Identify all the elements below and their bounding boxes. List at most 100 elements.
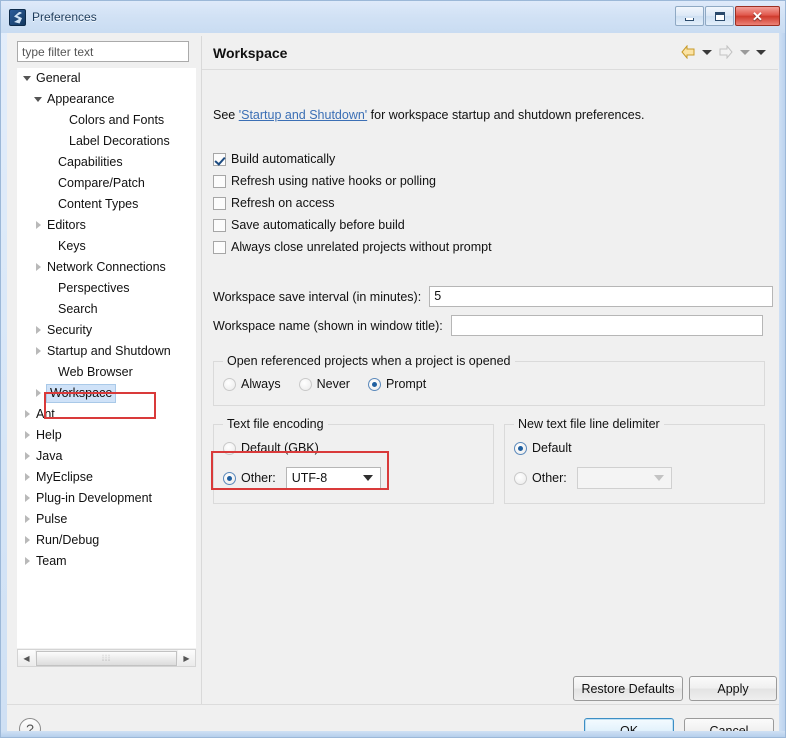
scrollbar-thumb[interactable]: ⦙⦙⦙ — [36, 650, 177, 666]
tree-item-run-debug[interactable]: Run/Debug — [17, 530, 196, 551]
radio-selected-icon[interactable] — [367, 377, 381, 391]
delimiter-combo[interactable] — [576, 467, 672, 489]
tree-item-team[interactable]: Team — [17, 551, 196, 572]
checkbox-row-refresh-on-access[interactable]: Refresh on access — [213, 194, 335, 212]
workspace-name-row: Workspace name (shown in window title): — [213, 315, 763, 336]
tree-item-compare-patch[interactable]: Compare/Patch — [17, 173, 196, 194]
encoding-default-radio[interactable] — [223, 441, 236, 455]
chevron-right-icon[interactable] — [21, 488, 35, 509]
filter-input[interactable]: type filter text — [17, 41, 189, 62]
tree-item-label-decorations[interactable]: Label Decorations — [17, 131, 196, 152]
checkbox-unchecked-icon[interactable] — [213, 174, 226, 188]
encoding-combo[interactable]: UTF-8 — [285, 467, 381, 489]
tree-item-network-connections[interactable]: Network Connections — [17, 257, 196, 278]
radio-unselected-icon[interactable] — [298, 377, 312, 391]
scroll-left-icon[interactable]: ◀ — [18, 650, 35, 666]
tree-item-capabilities[interactable]: Capabilities — [17, 152, 196, 173]
back-menu-chevron-down-icon[interactable] — [702, 49, 712, 55]
checkbox-row-always-close-unrelated-projects-without-prompt[interactable]: Always close unrelated projects without … — [213, 238, 492, 256]
tree-item-startup-and-shutdown[interactable]: Startup and Shutdown — [17, 341, 196, 362]
chevron-right-icon[interactable] — [21, 446, 35, 467]
tree-item-ant[interactable]: Ant — [17, 404, 196, 425]
content-header: Workspace — [202, 36, 778, 70]
minimize-button[interactable] — [675, 6, 704, 26]
tree-horizontal-scrollbar[interactable]: ◀ ⦙⦙⦙ ▶ — [17, 649, 196, 667]
tree-item-label: Keys — [58, 239, 86, 253]
chevron-right-icon[interactable] — [32, 320, 46, 341]
preferences-tree[interactable]: General Appearance Colors and Fonts Label D… — [17, 68, 196, 648]
checkbox-row-refresh-using-native-hooks-or-polling[interactable]: Refresh using native hooks or polling — [213, 172, 436, 190]
delimiter-other-radio[interactable] — [514, 471, 527, 485]
checkbox-label: Build automatically — [231, 152, 336, 166]
open-referenced-option-prompt[interactable]: Prompt — [367, 377, 426, 391]
tree-item-label: Content Types — [58, 197, 139, 211]
maximize-button[interactable] — [705, 6, 734, 26]
tree-item-perspectives[interactable]: Perspectives — [17, 278, 196, 299]
chevron-right-icon[interactable] — [21, 530, 35, 551]
tree-item-editors[interactable]: Editors — [17, 215, 196, 236]
chevron-right-icon[interactable] — [21, 509, 35, 530]
tree-item-content-types[interactable]: Content Types — [17, 194, 196, 215]
checkbox-unchecked-icon[interactable] — [213, 196, 226, 210]
chevron-right-icon[interactable] — [32, 341, 46, 362]
checkbox-unchecked-icon[interactable] — [213, 218, 226, 232]
chevron-right-icon[interactable] — [21, 404, 35, 425]
tree-item-general[interactable]: General — [17, 68, 196, 89]
window-title: Preferences — [32, 10, 97, 24]
delimiter-default-radio-row[interactable]: Default — [514, 441, 572, 455]
chevron-right-icon[interactable] — [32, 383, 46, 404]
chevron-right-icon[interactable] — [32, 257, 46, 278]
tree-item-myeclipse[interactable]: MyEclipse — [17, 467, 196, 488]
checkbox-row-save-automatically-before-build[interactable]: Save automatically before build — [213, 216, 405, 234]
chevron-right-icon[interactable] — [21, 467, 35, 488]
delimiter-default-radio[interactable] — [514, 441, 527, 455]
view-menu-chevron-down-icon[interactable] — [756, 49, 766, 55]
tree-item-plug-in-development[interactable]: Plug-in Development — [17, 488, 196, 509]
apply-button[interactable]: Apply — [689, 676, 777, 701]
tree-item-label: Colors and Fonts — [69, 113, 165, 127]
encoding-default-radio-row[interactable]: Default (GBK) — [223, 441, 319, 455]
encoding-other-radio[interactable] — [223, 471, 236, 485]
checkbox-checked-icon[interactable] — [213, 152, 226, 166]
tree-item-appearance[interactable]: Appearance — [17, 89, 196, 110]
radio-unselected-icon[interactable] — [223, 377, 236, 391]
startup-shutdown-link[interactable]: 'Startup and Shutdown' — [239, 108, 367, 122]
workspace-name-input[interactable] — [450, 315, 763, 336]
chevron-down-icon[interactable] — [32, 89, 46, 110]
open-referenced-option-always[interactable]: Always — [223, 377, 281, 391]
scroll-right-icon[interactable]: ▶ — [178, 650, 195, 666]
chevron-right-icon[interactable] — [21, 425, 35, 446]
restore-defaults-button[interactable]: Restore Defaults — [573, 676, 683, 701]
tree-item-keys[interactable]: Keys — [17, 236, 196, 257]
checkbox-row-build-automatically[interactable]: Build automatically — [213, 150, 335, 168]
tree-item-web-browser[interactable]: Web Browser — [17, 362, 196, 383]
tree-item-label: General — [36, 71, 81, 85]
back-arrow-icon[interactable] — [680, 45, 696, 59]
close-button[interactable]: ✕ — [735, 6, 780, 26]
tree-item-label: Network Connections — [47, 260, 166, 274]
tree-item-colors-and-fonts[interactable]: Colors and Fonts — [17, 110, 196, 131]
encoding-other-radio-row[interactable]: Other: UTF-8 — [223, 467, 381, 489]
title-bar: Preferences ✕ — [1, 1, 785, 33]
tree-item-security[interactable]: Security — [17, 320, 196, 341]
tree-item-pulse[interactable]: Pulse — [17, 509, 196, 530]
dialog-client-area: type filter text General Appearance Colors… — [7, 33, 781, 737]
open-referenced-option-never[interactable]: Never — [298, 377, 350, 391]
save-interval-input[interactable]: 5 — [429, 286, 774, 307]
delimiter-other-radio-row[interactable]: Other: — [514, 467, 672, 489]
maximize-icon — [714, 11, 725, 21]
tree-item-java[interactable]: Java — [17, 446, 196, 467]
close-icon: ✕ — [752, 8, 763, 24]
open-referenced-projects-group: Open referenced projects when a project … — [213, 354, 765, 406]
tree-item-help[interactable]: Help — [17, 425, 196, 446]
tree-item-workspace[interactable]: Workspace — [17, 383, 196, 404]
chevron-down-icon[interactable] — [21, 68, 35, 89]
chevron-right-icon[interactable] — [32, 215, 46, 236]
checkbox-unchecked-icon[interactable] — [213, 240, 226, 254]
chevron-right-icon[interactable] — [21, 551, 35, 572]
workspace-preference-page: Workspace See 'Startup and Shutdown' for… — [201, 36, 778, 704]
tree-item-search[interactable]: Search — [17, 299, 196, 320]
